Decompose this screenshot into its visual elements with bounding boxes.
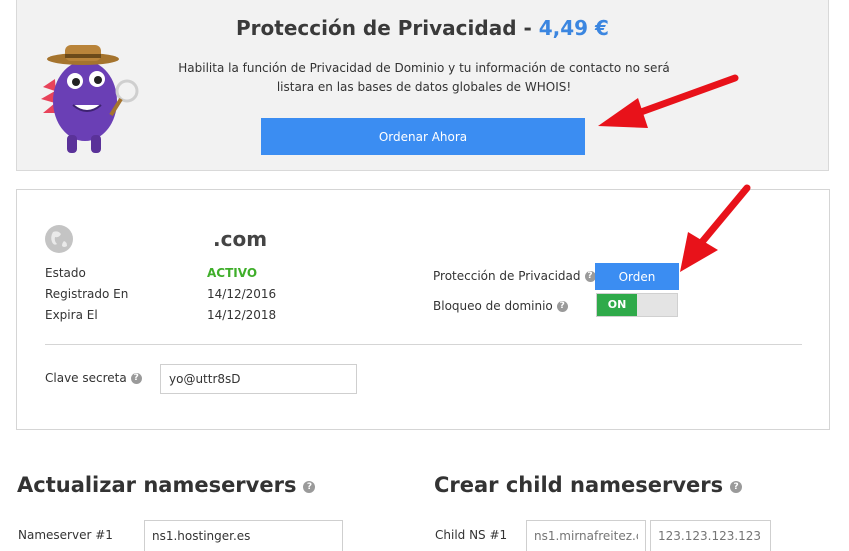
monster-mascot-icon: [41, 45, 139, 153]
expires-value: 14/12/2018: [207, 308, 277, 322]
help-icon[interactable]: ?: [303, 481, 316, 493]
nameserver1-label: Nameserver #1: [18, 528, 113, 542]
child-ns1-host-input[interactable]: [526, 520, 646, 551]
help-icon[interactable]: ?: [584, 270, 596, 282]
red-arrow-icon: [598, 74, 739, 128]
promo-price: 4,49 €: [538, 16, 609, 40]
help-icon[interactable]: ?: [130, 372, 142, 384]
status-value: ACTIVO: [207, 266, 258, 280]
secret-key-label: Clave secreta ?: [45, 371, 142, 385]
privacy-order-button[interactable]: Orden: [595, 263, 679, 290]
registered-value: 14/12/2016: [207, 287, 277, 301]
nameserver1-input[interactable]: [144, 520, 343, 551]
update-nameservers-text: Actualizar nameservers: [17, 473, 297, 497]
expires-label: Expira El: [45, 308, 98, 322]
domain-lock-text: Bloqueo de dominio: [433, 299, 553, 313]
toggle-on-indicator: ON: [597, 294, 637, 316]
order-now-button[interactable]: Ordenar Ahora: [261, 118, 585, 155]
child-nameservers-text: Crear child nameservers: [434, 473, 724, 497]
secret-key-text: Clave secreta: [45, 371, 127, 385]
help-icon[interactable]: ?: [556, 300, 568, 312]
privacy-protection-text: Protección de Privacidad: [433, 269, 581, 283]
domain-name: .com: [213, 227, 268, 251]
secret-key-input[interactable]: [160, 364, 357, 394]
globe-icon: [45, 225, 73, 253]
domain-lock-toggle[interactable]: ON: [596, 293, 678, 317]
divider: [45, 344, 802, 345]
promo-title: Protección de Privacidad - 4,49 €: [236, 16, 609, 40]
child-ns1-ip-input[interactable]: [650, 520, 771, 551]
child-ns1-label: Child NS #1: [435, 528, 508, 542]
privacy-protection-label: Protección de Privacidad ?: [433, 269, 596, 283]
red-arrow-icon: [680, 184, 751, 272]
help-icon[interactable]: ?: [730, 481, 743, 493]
registered-label: Registrado En: [45, 287, 129, 301]
update-nameservers-title: Actualizar nameservers ?: [17, 473, 316, 497]
status-label: Estado: [45, 266, 86, 280]
child-nameservers-title: Crear child nameservers ?: [434, 473, 743, 497]
domain-lock-label: Bloqueo de dominio ?: [433, 299, 568, 313]
